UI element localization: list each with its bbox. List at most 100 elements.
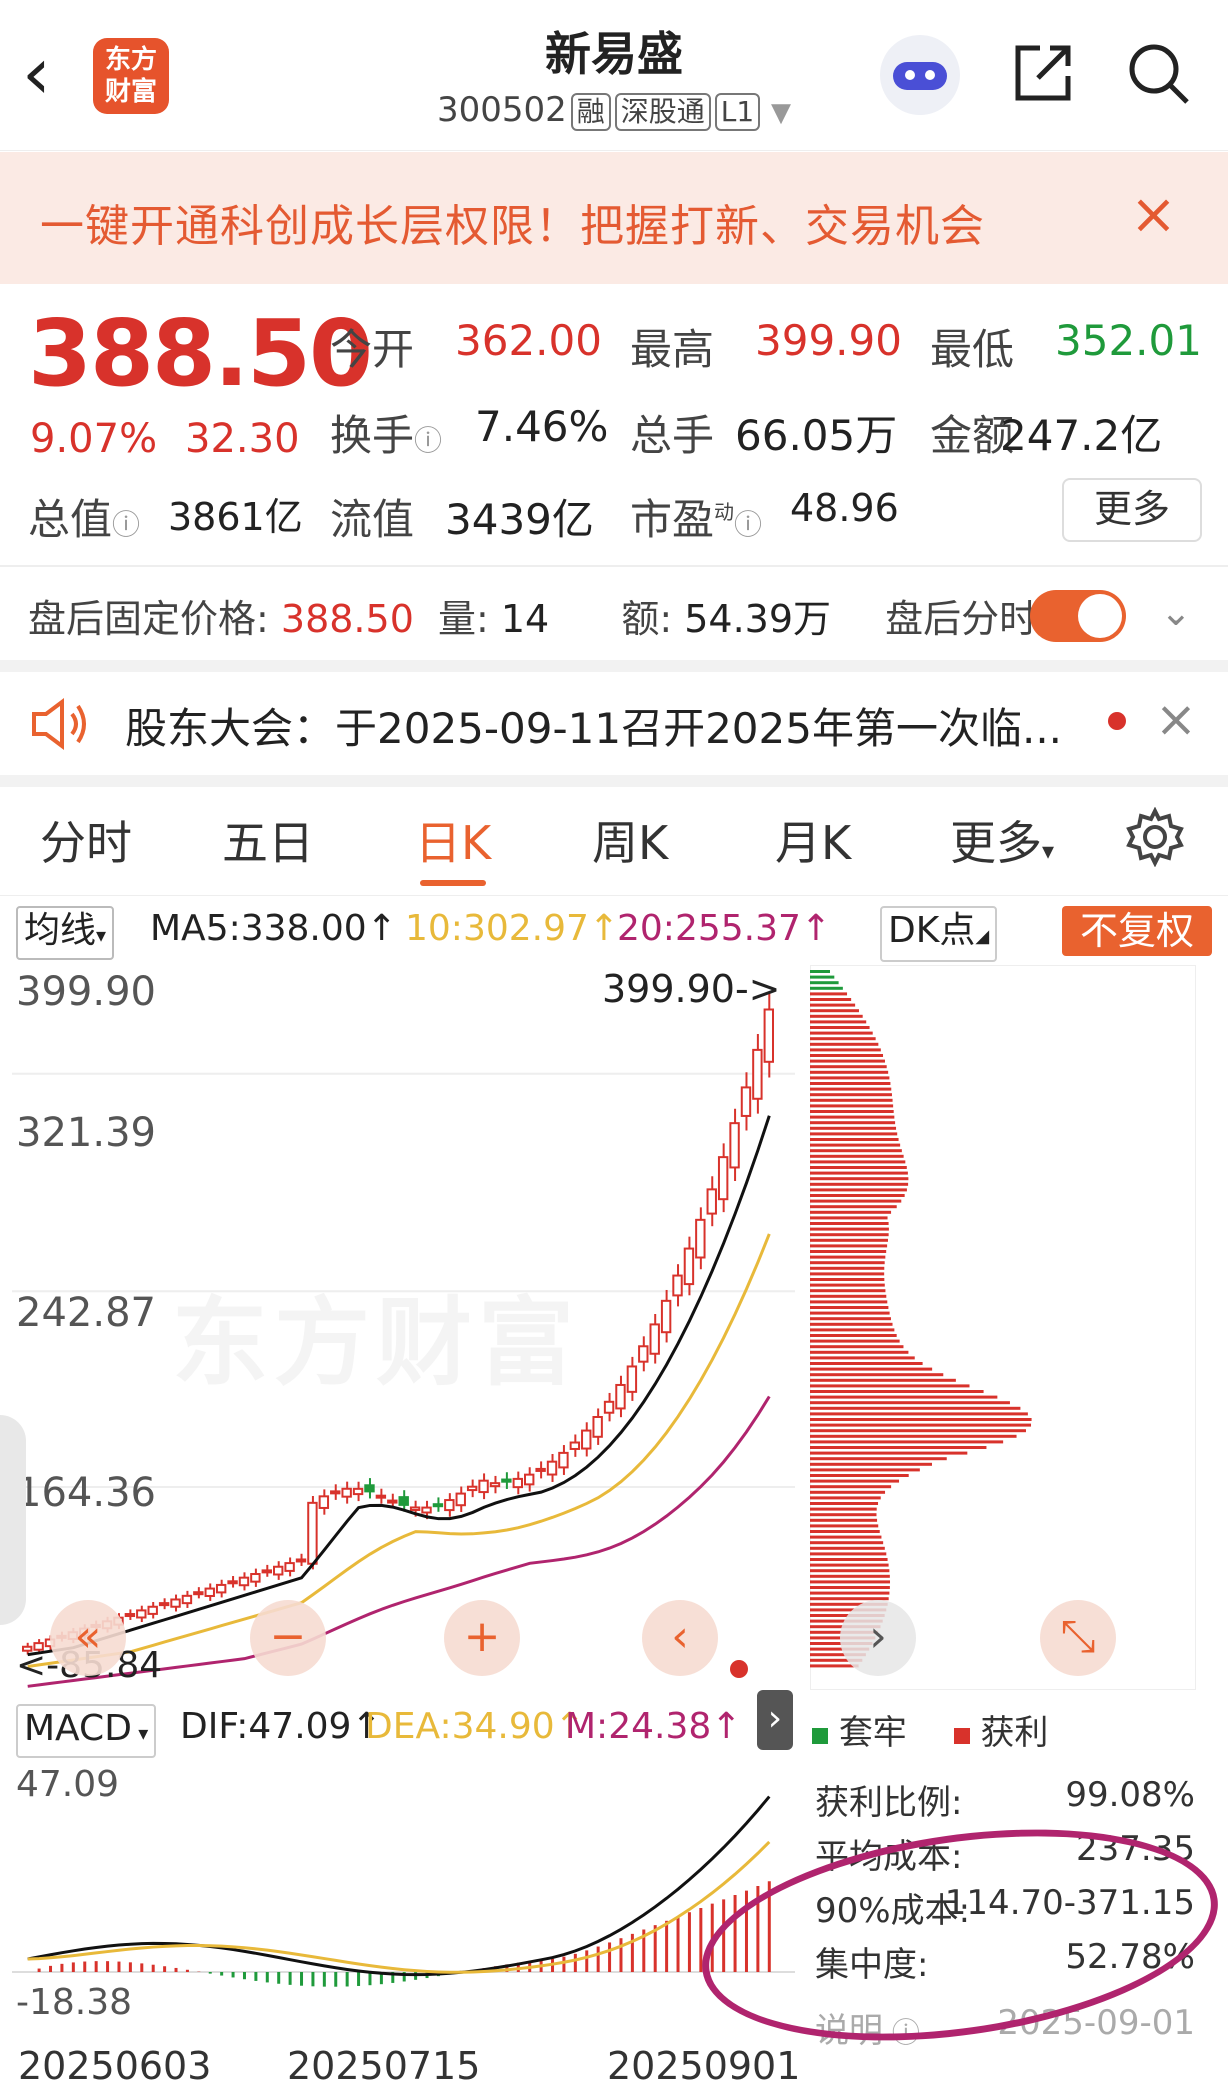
chip-bar [810, 1468, 920, 1472]
chip-bar [810, 1518, 878, 1522]
candle-body [763, 1008, 774, 1063]
ma20-value: 20:255.37↑ [617, 908, 832, 949]
ma-selector[interactable]: 均线▾ [16, 906, 115, 960]
dk-point-selector[interactable]: DK点◢ [880, 906, 998, 962]
candle-body [524, 1473, 535, 1486]
chip-bar [810, 1395, 998, 1399]
chip-bar [810, 1166, 907, 1169]
chevron-down-icon[interactable]: ⌄ [1160, 590, 1192, 634]
x-tick-label: 20250603 [18, 2044, 212, 2088]
chip-bar [810, 981, 839, 985]
open-value: 362.00 [455, 316, 602, 365]
chip-distribution-chart[interactable]: › ⤡ [809, 964, 1197, 1691]
candle-body [729, 1122, 740, 1169]
candle-body [501, 1478, 512, 1483]
candle-body [695, 1218, 706, 1259]
pe-label[interactable]: 市盈动ⓘ [630, 486, 762, 547]
candle-body [626, 1365, 638, 1393]
legend-profit: 获利 [980, 1713, 1049, 1753]
settings-gear-icon[interactable] [1125, 807, 1185, 867]
tab-intraday[interactable]: 分时 [40, 807, 132, 873]
candle-body [398, 1496, 409, 1506]
zoom-out-icon[interactable]: − [250, 1600, 326, 1676]
scroll-left-icon[interactable]: ‹ [642, 1600, 718, 1676]
chip-bar [810, 1530, 880, 1533]
promo-banner[interactable]: 一键开通科创成长层权限！把握打新、交易机会 × [0, 152, 1228, 284]
candle-body [364, 1484, 375, 1493]
more-button[interactable]: 更多 [1062, 478, 1202, 542]
candle-body [238, 1576, 250, 1587]
chip-bar [810, 1093, 892, 1097]
macd-selector[interactable]: MACD ▾ [16, 1704, 157, 1758]
chip-bar [810, 1227, 889, 1231]
chip-bar [810, 1037, 876, 1041]
announcement-text[interactable]: 股东大会：于2025-09-11召开2025年第一次临... [125, 695, 1062, 756]
chip-bar [810, 1294, 887, 1298]
chip-bar [810, 1171, 908, 1175]
chip-bar [810, 1300, 888, 1304]
search-icon[interactable] [1125, 40, 1191, 106]
expand-icon[interactable]: ⤡ [1040, 1600, 1116, 1676]
chip-bar [810, 1558, 888, 1561]
tag-connect: 深股通 [614, 93, 711, 131]
chip-bar [810, 1524, 879, 1528]
scroll-right-icon[interactable]: › [840, 1600, 916, 1676]
turnover-label[interactable]: 换手ⓘ [330, 402, 442, 463]
chip-bar [810, 1563, 889, 1567]
candle-body [615, 1383, 626, 1410]
chip-bar [810, 1474, 909, 1477]
chevron-right-icon[interactable]: › [757, 1690, 793, 1750]
chip-bar [810, 1502, 879, 1505]
after-hours-toggle[interactable] [1030, 590, 1126, 642]
tab-daily-k[interactable]: 日K [415, 807, 491, 873]
chip-bar [810, 1098, 893, 1102]
tab-five-day[interactable]: 五日 [222, 807, 314, 873]
candle-body [307, 1501, 318, 1565]
chip-bar [810, 1014, 863, 1018]
candle-body [318, 1495, 330, 1509]
chip-bar [810, 1451, 968, 1455]
close-icon[interactable]: × [1130, 182, 1177, 247]
tag-level: L1 [714, 93, 761, 131]
chip-bar [810, 1126, 897, 1130]
chip-bar [810, 1132, 898, 1136]
candle-body [375, 1494, 387, 1499]
dropdown-caret-icon[interactable]: ▼ [771, 98, 791, 128]
chip-bar [810, 1317, 891, 1321]
chip-bar [810, 1306, 889, 1309]
macd-chart[interactable]: 47.09 -18.38 [12, 1762, 795, 2032]
candle-body [147, 1605, 158, 1615]
tab-more[interactable]: 更多▾ [950, 807, 1054, 873]
chip-bar [810, 1334, 897, 1337]
candle-body [352, 1487, 364, 1496]
assistant-robot-icon[interactable] [880, 35, 960, 115]
tab-weekly-k[interactable]: 周K [592, 807, 668, 873]
side-drawer-handle[interactable] [0, 1415, 26, 1625]
chip-bar [810, 1250, 887, 1253]
candle-body [466, 1485, 478, 1492]
zoom-in-icon[interactable]: + [444, 1600, 520, 1676]
y-tick-label: 321.39 [16, 1110, 156, 1156]
candle-body [706, 1188, 717, 1215]
legend-trapped: 套牢 [838, 1713, 907, 1753]
chip-bar [810, 1003, 856, 1007]
chip-bar [810, 1457, 947, 1461]
period-tabs: 分时 五日 日K 周K 月K 更多▾ [0, 785, 1228, 896]
top-header: ‹ 东方财富 新易盛 300502 融深股通 L1 ▼ [0, 0, 1228, 151]
mktcap-label[interactable]: 总值ⓘ [28, 486, 140, 547]
scroll-left-fast-icon[interactable]: « [50, 1600, 126, 1676]
candle-body [330, 1490, 341, 1495]
chip-bar [810, 1266, 885, 1270]
kline-chart[interactable]: 399.90 321.39 242.87 164.36 <-85.84 399.… [12, 965, 795, 1690]
chip-bar [810, 1356, 915, 1360]
close-icon[interactable]: × [1155, 690, 1197, 748]
share-icon[interactable] [1010, 40, 1076, 106]
tab-monthly-k[interactable]: 月K [775, 807, 851, 873]
chip-bar [810, 1446, 987, 1449]
adjust-mode-button[interactable]: 不复权 [1062, 906, 1212, 956]
dif-value: DIF:47.09↑ [180, 1706, 382, 1747]
tag-margin: 融 [570, 93, 611, 131]
candle-body [432, 1503, 444, 1508]
chip-bar [810, 975, 835, 979]
high-value: 399.90 [755, 316, 902, 365]
